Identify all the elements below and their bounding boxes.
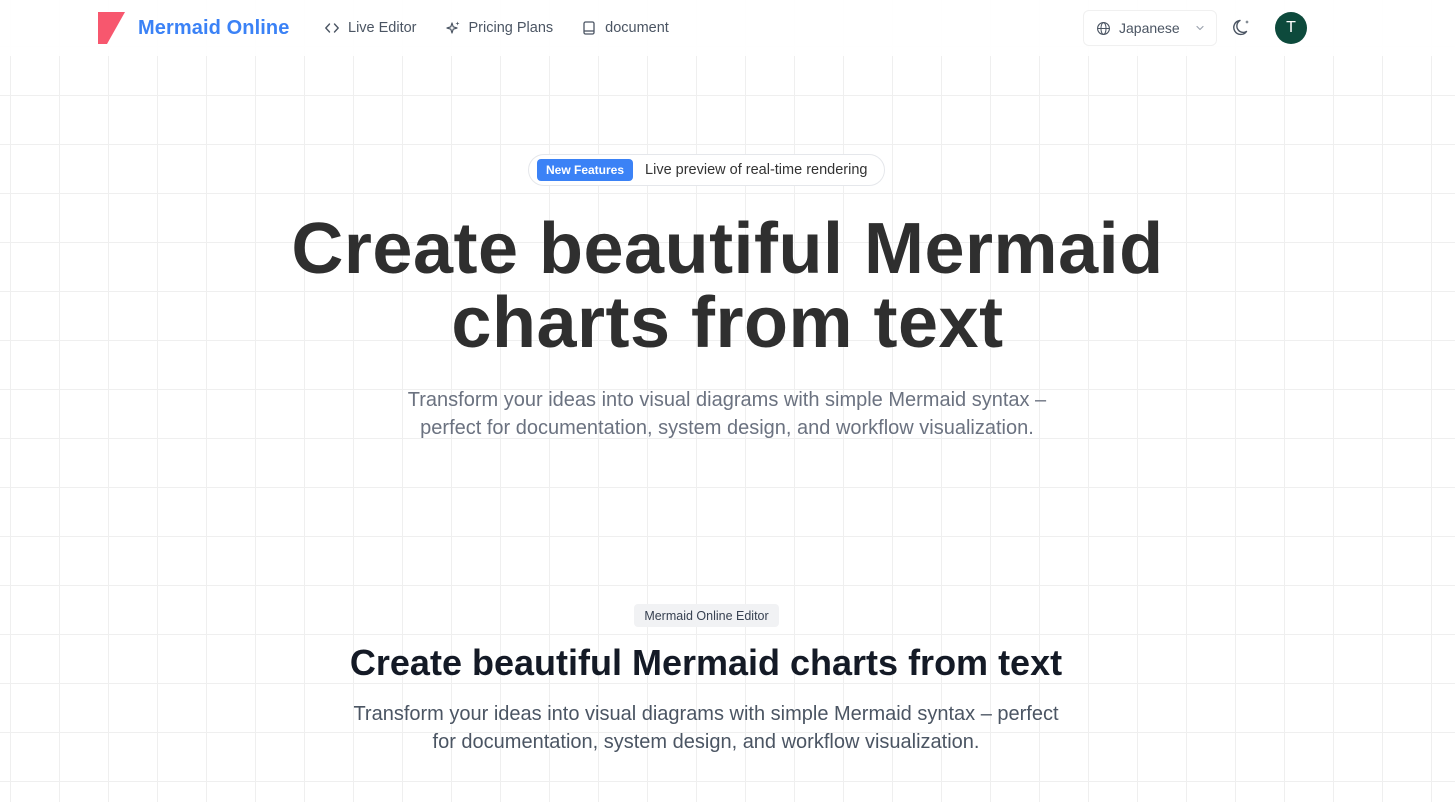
moon-icon — [1233, 19, 1249, 36]
section-title: Create beautiful Mermaid charts from tex… — [349, 642, 1063, 683]
hero-title-line1: Create beautiful Mermaid — [291, 209, 1164, 289]
nav-live-editor-label: Live Editor — [348, 20, 417, 36]
nav-document-label: document — [605, 20, 669, 36]
hero-title: Create beautiful Mermaid charts from tex… — [0, 212, 1455, 360]
new-features-text: Live preview of real-time rendering — [645, 162, 868, 178]
new-features-badge: New Features — [537, 159, 634, 181]
main-nav: Live Editor Pricing Plans document — [324, 17, 669, 39]
nav-pricing-plans-label: Pricing Plans — [468, 20, 554, 36]
nav-document[interactable]: document — [581, 20, 669, 36]
sparkles-icon — [445, 21, 460, 34]
new-features-pill[interactable]: New Features Live preview of real-time r… — [528, 154, 885, 186]
section-subtitle-line1: Transform your ideas into visual diagram… — [353, 703, 1059, 725]
top-navbar: Mermaid Online Live Editor Pricing Plans — [0, 0, 1455, 56]
nav-live-editor[interactable]: Live Editor — [324, 20, 417, 36]
hero-subtitle-line2: perfect for documentation, system design… — [420, 417, 1034, 439]
page: Mermaid Online Live Editor Pricing Plans — [0, 0, 1455, 802]
hero-subtitle-line1: Transform your ideas into visual diagram… — [407, 389, 1047, 411]
theme-toggle-button[interactable] — [1229, 15, 1255, 41]
globe-icon — [1097, 21, 1110, 35]
hero-subtitle: Transform your ideas into visual diagram… — [327, 386, 1127, 442]
language-selected-label: Japanese — [1119, 20, 1180, 36]
hero-title-line2: charts from text — [451, 283, 1004, 363]
section-subtitle-line2: for documentation, system design, and wo… — [432, 731, 980, 753]
section-subtitle: Transform your ideas into visual diagram… — [316, 700, 1096, 756]
section-tag: Mermaid Online Editor — [634, 604, 779, 627]
brand-link[interactable]: Mermaid Online — [98, 12, 289, 44]
chevron-down-icon — [1196, 25, 1204, 31]
nav-pricing-plans[interactable]: Pricing Plans — [445, 20, 554, 36]
user-avatar[interactable]: T — [1275, 12, 1307, 44]
code-icon — [325, 23, 339, 33]
language-select[interactable]: Japanese — [1083, 10, 1217, 46]
book-icon — [583, 21, 595, 35]
mermaid-logo-icon — [98, 12, 125, 44]
brand-name: Mermaid Online — [138, 16, 290, 39]
